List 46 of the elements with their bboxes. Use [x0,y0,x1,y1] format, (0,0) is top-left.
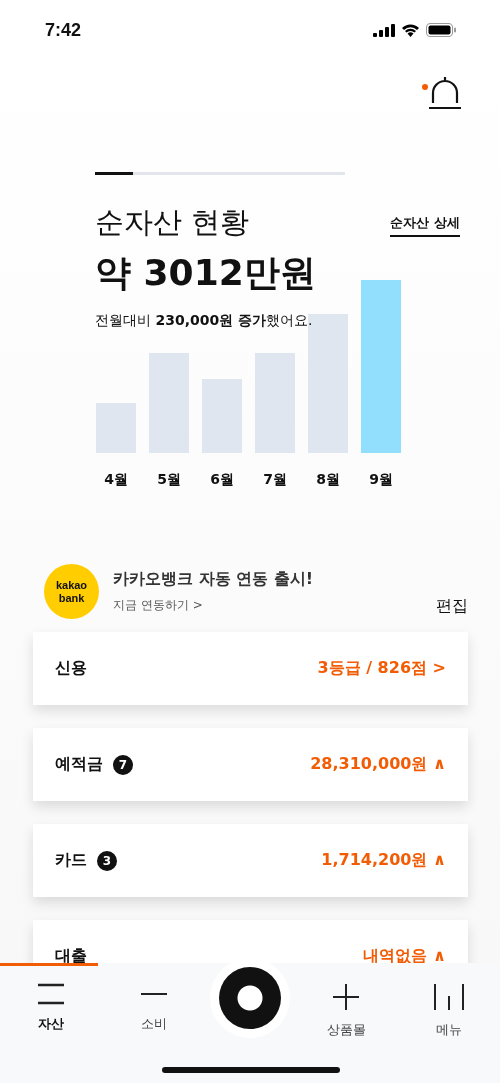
month-label: 8월 [316,471,340,489]
change-summary: 전월대비 230,000원 증가했어요. [95,312,313,330]
plus-icon [332,983,361,1011]
card-label: 대출 [55,946,87,963]
card-label: 카드 [55,850,87,871]
card-label: 신용 [55,658,87,679]
bell-icon[interactable] [428,76,462,110]
tab-item[interactable]: 상품몰 [295,963,398,1083]
month-bar[interactable] [255,353,295,453]
bank-logo: kakao bank [44,564,99,619]
signal-icon [373,23,395,37]
count-badge: 3 [97,850,117,871]
wifi-icon [401,23,420,37]
card-value: 3등급 / 826점 > [317,658,446,679]
card-value: 1,714,200원 ∧ [321,850,446,871]
tab-item[interactable]: 자산 [0,963,103,1083]
edit-button[interactable]: 편집 [436,596,468,617]
month-label: 4월 [104,471,128,489]
month-bar[interactable] [96,403,136,453]
tab-item[interactable]: 메뉴 [397,963,500,1083]
minus-icon [139,993,168,995]
promo-title: 카카오뱅크 자동 연동 출시! [113,569,314,590]
month-bar[interactable] [361,280,401,453]
tab-item[interactable]: 소비 [102,963,205,1083]
asset-card[interactable]: 예적금 7 28,310,000원 ∧ [33,728,468,801]
card-label: 예적금 [55,754,103,775]
count-badge: 7 [113,754,133,775]
menu-lines-icon [37,983,66,1005]
asset-card[interactable]: 카드 3 1,714,200원 ∧ [33,824,468,897]
month-label: 5월 [157,471,181,489]
battery-icon [426,23,456,37]
detail-link[interactable]: 순자산 상세 [390,214,460,237]
net-asset-amount: 약 3012만원 [95,251,316,295]
month-bar[interactable] [149,353,189,453]
month-bar[interactable] [202,379,242,453]
card-value: 28,310,000원 ∧ [310,754,446,775]
month-label: 6월 [210,471,234,489]
bars-icon [432,983,465,1011]
asset-card[interactable]: 대출 내역없음 ∧ [33,920,468,963]
month-label: 7월 [263,471,287,489]
status-time: 7:42 [45,19,82,41]
connect-link[interactable]: 지금 연동하기 > [113,597,422,614]
section-title: 순자산 현황 [95,204,250,241]
card-value: 내역없음 ∧ [363,946,446,963]
month-label: 9월 [369,471,393,489]
asset-card[interactable]: 신용 3등급 / 826점 > [33,632,468,705]
